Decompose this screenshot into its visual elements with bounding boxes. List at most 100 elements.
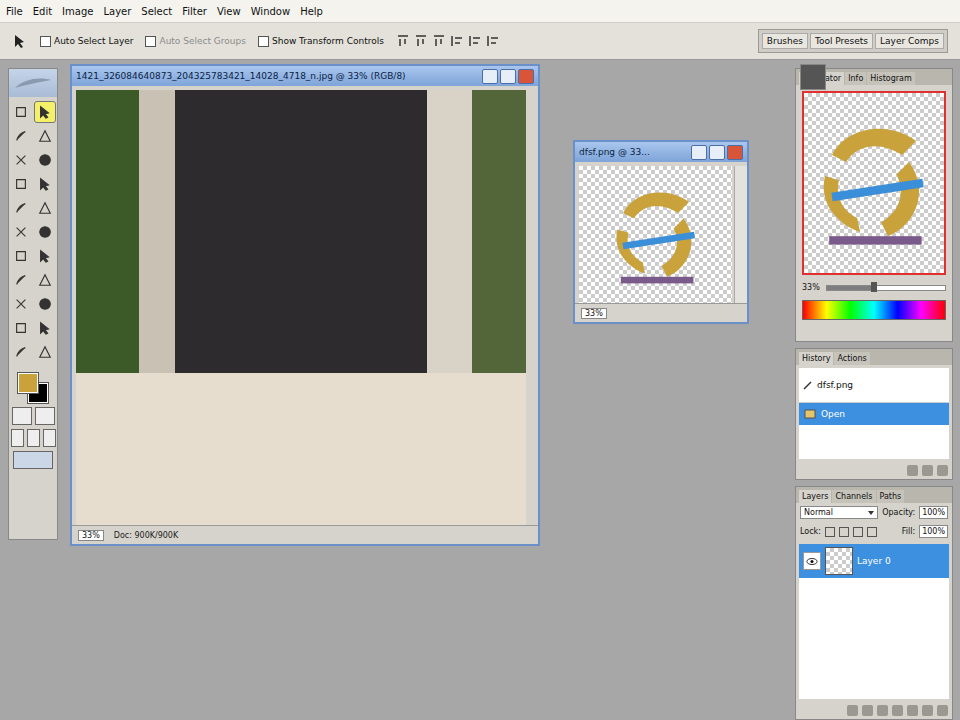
menu-item[interactable]: Help [300, 6, 323, 17]
align-icon[interactable] [450, 34, 464, 48]
tool-button[interactable] [34, 245, 56, 267]
checkbox-box[interactable] [145, 36, 156, 47]
menu-item[interactable]: Window [251, 6, 290, 17]
panel-tab[interactable]: Info [845, 72, 866, 85]
align-icon[interactable] [486, 34, 500, 48]
checkbox-box[interactable] [258, 36, 269, 47]
panel-tab[interactable]: Histogram [867, 72, 915, 85]
checkbox-box[interactable] [40, 36, 51, 47]
panel-tab[interactable]: Channels [832, 490, 875, 503]
scrollbar[interactable] [734, 166, 747, 303]
zoom-field[interactable]: 33% [581, 308, 607, 319]
jump-to-imageready-button[interactable] [13, 451, 53, 469]
layer-action-icon[interactable] [907, 705, 918, 716]
new-document-icon[interactable] [907, 465, 918, 476]
tool-button[interactable] [34, 317, 56, 339]
maximize-button[interactable] [709, 145, 725, 160]
opacity-field[interactable]: 100% [919, 506, 948, 519]
screen-mode-button[interactable] [43, 429, 56, 447]
document-title-bar[interactable]: 1421_326084640873_204325783421_14028_471… [72, 66, 538, 86]
tool-button[interactable] [10, 101, 32, 123]
layer-action-icon[interactable] [922, 705, 933, 716]
menu-item[interactable]: Image [62, 6, 93, 17]
close-button[interactable] [727, 145, 743, 160]
quick-mask-button[interactable] [35, 407, 55, 425]
logo-title-bar[interactable]: dfsf.png @ 33... [575, 142, 747, 162]
palette-tab[interactable]: Layer Comps [875, 33, 944, 49]
tool-button[interactable] [34, 293, 56, 315]
lock-transparency-icon[interactable] [825, 527, 835, 537]
tool-button[interactable] [34, 341, 56, 363]
tool-button[interactable] [10, 341, 32, 363]
tool-button[interactable] [34, 173, 56, 195]
palette-tab[interactable]: Tool Presets [810, 33, 873, 49]
layer-row[interactable]: Layer 0 [799, 544, 949, 578]
move-tool-icon[interactable] [12, 33, 28, 49]
history-item[interactable]: dfsf.png [799, 368, 949, 403]
layer-action-icon[interactable] [937, 705, 948, 716]
toolbox-header[interactable] [9, 69, 57, 97]
tool-button[interactable] [34, 269, 56, 291]
tool-button[interactable] [10, 245, 32, 267]
lock-position-icon[interactable] [853, 527, 863, 537]
layer-action-icon[interactable] [862, 705, 873, 716]
tool-button[interactable] [34, 101, 56, 123]
layer-action-icon[interactable] [892, 705, 903, 716]
fill-field[interactable]: 100% [919, 525, 948, 538]
zoom-slider-thumb[interactable] [871, 282, 877, 292]
menu-item[interactable]: Select [141, 6, 172, 17]
tool-button[interactable] [10, 317, 32, 339]
layer-action-icon[interactable] [847, 705, 858, 716]
menu-item[interactable]: Filter [182, 6, 207, 17]
tool-button[interactable] [10, 149, 32, 171]
tool-button[interactable] [10, 173, 32, 195]
show-transform-checkbox[interactable]: Show Transform Controls [258, 36, 384, 47]
tool-button[interactable] [10, 221, 32, 243]
menu-item[interactable]: Edit [33, 6, 52, 17]
tool-button[interactable] [10, 269, 32, 291]
history-item[interactable]: Open [799, 403, 949, 425]
trash-icon[interactable] [937, 465, 948, 476]
tool-button[interactable] [34, 125, 56, 147]
palette-tab[interactable]: Brushes [762, 33, 808, 49]
layer-action-icon[interactable] [877, 705, 888, 716]
auto-groups-checkbox[interactable]: Auto Select Groups [145, 36, 245, 47]
standard-mode-button[interactable] [12, 407, 32, 425]
tool-button[interactable] [10, 293, 32, 315]
zoom-slider[interactable] [826, 285, 946, 291]
auto-select-checkbox[interactable]: Auto Select Layer [40, 36, 133, 47]
tool-button[interactable] [34, 221, 56, 243]
screen-mode-button[interactable] [27, 429, 40, 447]
align-icon[interactable] [414, 34, 428, 48]
align-icon[interactable] [432, 34, 446, 48]
maximize-button[interactable] [500, 69, 516, 84]
panel-tab[interactable]: Actions [834, 352, 869, 365]
document-size[interactable]: Doc: 900K/900K [114, 531, 178, 540]
lock-all-icon[interactable] [867, 527, 877, 537]
panel-tab[interactable]: Layers [799, 490, 831, 503]
zoom-field[interactable]: 33% [78, 530, 104, 541]
visibility-toggle[interactable] [803, 552, 821, 570]
tool-button[interactable] [34, 149, 56, 171]
color-ramp[interactable] [802, 300, 946, 320]
align-icon[interactable] [468, 34, 482, 48]
panel-tab[interactable]: Paths [877, 490, 905, 503]
screen-mode-button[interactable] [11, 429, 24, 447]
tool-button[interactable] [10, 125, 32, 147]
panel-tab[interactable]: History [799, 352, 833, 365]
minimize-button[interactable] [691, 145, 707, 160]
tool-button[interactable] [34, 197, 56, 219]
align-icon[interactable] [396, 34, 410, 48]
menu-item[interactable]: File [6, 6, 23, 17]
history-brush-icon[interactable] [803, 380, 813, 390]
close-button[interactable] [518, 69, 534, 84]
menu-item[interactable]: Layer [103, 6, 131, 17]
minimize-button[interactable] [482, 69, 498, 84]
lock-pixels-icon[interactable] [839, 527, 849, 537]
menu-item[interactable]: View [217, 6, 241, 17]
blend-mode-select[interactable]: Normal [800, 506, 878, 519]
foreground-color-swatch[interactable] [18, 373, 38, 393]
tool-button[interactable] [10, 197, 32, 219]
navigator-zoom[interactable]: 33% [802, 283, 820, 292]
new-snapshot-icon[interactable] [922, 465, 933, 476]
